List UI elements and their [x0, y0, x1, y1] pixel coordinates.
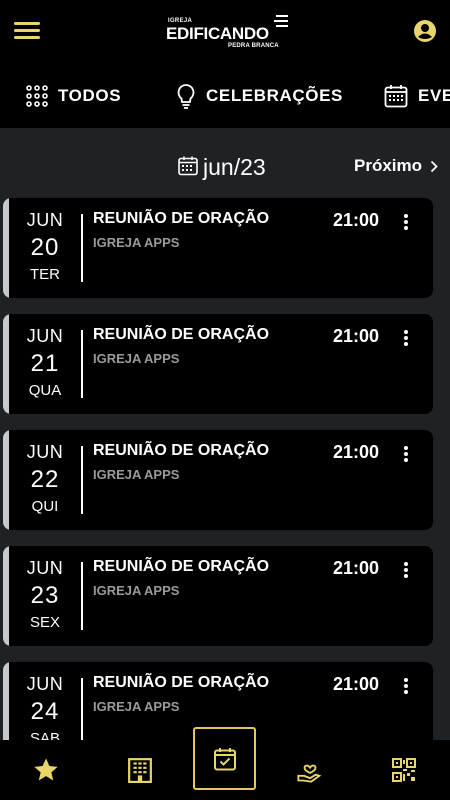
profile-icon[interactable]: [414, 20, 436, 42]
card-accent: [3, 314, 9, 414]
calendar-grid-icon: [384, 85, 408, 108]
event-time: 21:00: [333, 326, 380, 346]
event-organizer: IGREJA APPS: [93, 235, 180, 250]
calendar-check-icon: [213, 747, 236, 770]
event-weekday: TER: [30, 266, 60, 283]
favorites-button[interactable]: [28, 752, 64, 788]
event-month: JUN: [26, 210, 64, 230]
logo-sub-text: PEDRA BRANCA: [228, 43, 279, 49]
church-logo: IGREJA EDIFICANDO PEDRA BRANCA: [166, 14, 290, 54]
category-tabs: TODOS CELEBRAÇÕES EVE: [0, 64, 450, 128]
event-time: 21:00: [333, 674, 380, 694]
more-options-icon[interactable]: [399, 214, 413, 234]
event-day: 22: [30, 466, 60, 493]
event-month: JUN: [26, 674, 64, 694]
event-month: JUN: [26, 558, 64, 578]
event-month: JUN: [26, 326, 64, 346]
menu-icon[interactable]: [14, 20, 40, 42]
logo-bars-icon: [274, 15, 288, 27]
tab-celebracoes[interactable]: CELEBRAÇÕES: [176, 64, 343, 128]
event-time: 21:00: [333, 442, 380, 462]
event-title: REUNIÃO DE ORAÇÃO: [93, 326, 270, 343]
card-divider: [81, 330, 83, 398]
tab-eventos-label: EVE: [418, 86, 450, 105]
event-title: REUNIÃO DE ORAÇÃO: [93, 674, 270, 691]
card-divider: [81, 562, 83, 630]
event-card[interactable]: JUN 23 SEX REUNIÃO DE ORAÇÃO IGREJA APPS…: [3, 546, 433, 646]
hand-heart-icon: [297, 764, 322, 783]
more-options-icon[interactable]: [399, 446, 413, 466]
grid-dots-icon: [26, 85, 48, 107]
app-bar: IGREJA EDIFICANDO PEDRA BRANCA: [0, 0, 450, 64]
star-icon: [34, 758, 58, 781]
event-title: REUNIÃO DE ORAÇÃO: [93, 210, 270, 227]
church-info-button[interactable]: [122, 752, 158, 788]
event-time: 21:00: [333, 558, 380, 578]
qr-code-icon: [392, 758, 416, 782]
qr-code-button[interactable]: [386, 752, 422, 788]
donation-button[interactable]: [292, 752, 328, 788]
month-navigation: jun/23 Próximo: [0, 140, 450, 190]
event-day: 23: [30, 582, 60, 609]
next-month-button[interactable]: Próximo: [354, 156, 438, 176]
event-title: REUNIÃO DE ORAÇÃO: [93, 558, 270, 575]
event-weekday: QUA: [28, 382, 62, 399]
event-day: 20: [30, 234, 60, 261]
event-card[interactable]: JUN 22 QUI REUNIÃO DE ORAÇÃO IGREJA APPS…: [3, 430, 433, 530]
event-organizer: IGREJA APPS: [93, 583, 180, 598]
tab-eventos[interactable]: EVE: [384, 64, 450, 128]
event-card[interactable]: JUN 21 QUA REUNIÃO DE ORAÇÃO IGREJA APPS…: [3, 314, 433, 414]
events-calendar-button[interactable]: [193, 727, 256, 790]
card-accent: [3, 198, 9, 298]
tab-todos[interactable]: TODOS: [26, 64, 121, 128]
card-divider: [81, 214, 83, 282]
logo-main-text: EDIFICANDO: [166, 24, 269, 43]
more-options-icon[interactable]: [399, 678, 413, 698]
card-divider: [81, 446, 83, 514]
event-weekday: QUI: [31, 498, 59, 515]
event-time: 21:00: [333, 210, 380, 230]
event-organizer: IGREJA APPS: [93, 699, 180, 714]
card-accent: [3, 546, 9, 646]
card-accent: [3, 430, 9, 530]
tab-todos-label: TODOS: [58, 86, 122, 105]
event-organizer: IGREJA APPS: [93, 467, 180, 482]
event-card[interactable]: JUN 20 TER REUNIÃO DE ORAÇÃO IGREJA APPS…: [3, 198, 433, 298]
current-month-label: jun/23: [203, 154, 266, 180]
more-options-icon[interactable]: [399, 330, 413, 350]
event-title: REUNIÃO DE ORAÇÃO: [93, 442, 270, 459]
event-day: 21: [30, 350, 60, 377]
event-weekday: SEX: [29, 614, 60, 631]
tab-celebracoes-label: CELEBRAÇÕES: [206, 86, 343, 105]
event-day: 24: [30, 698, 60, 725]
chevron-right-icon: [430, 160, 438, 172]
event-month: JUN: [26, 442, 64, 462]
calendar-icon: [178, 156, 198, 176]
lightbulb-icon: [177, 84, 195, 109]
next-month-label: Próximo: [354, 156, 423, 175]
more-options-icon[interactable]: [399, 562, 413, 582]
card-divider: [81, 678, 83, 746]
building-icon: [128, 758, 152, 783]
event-organizer: IGREJA APPS: [93, 351, 180, 366]
